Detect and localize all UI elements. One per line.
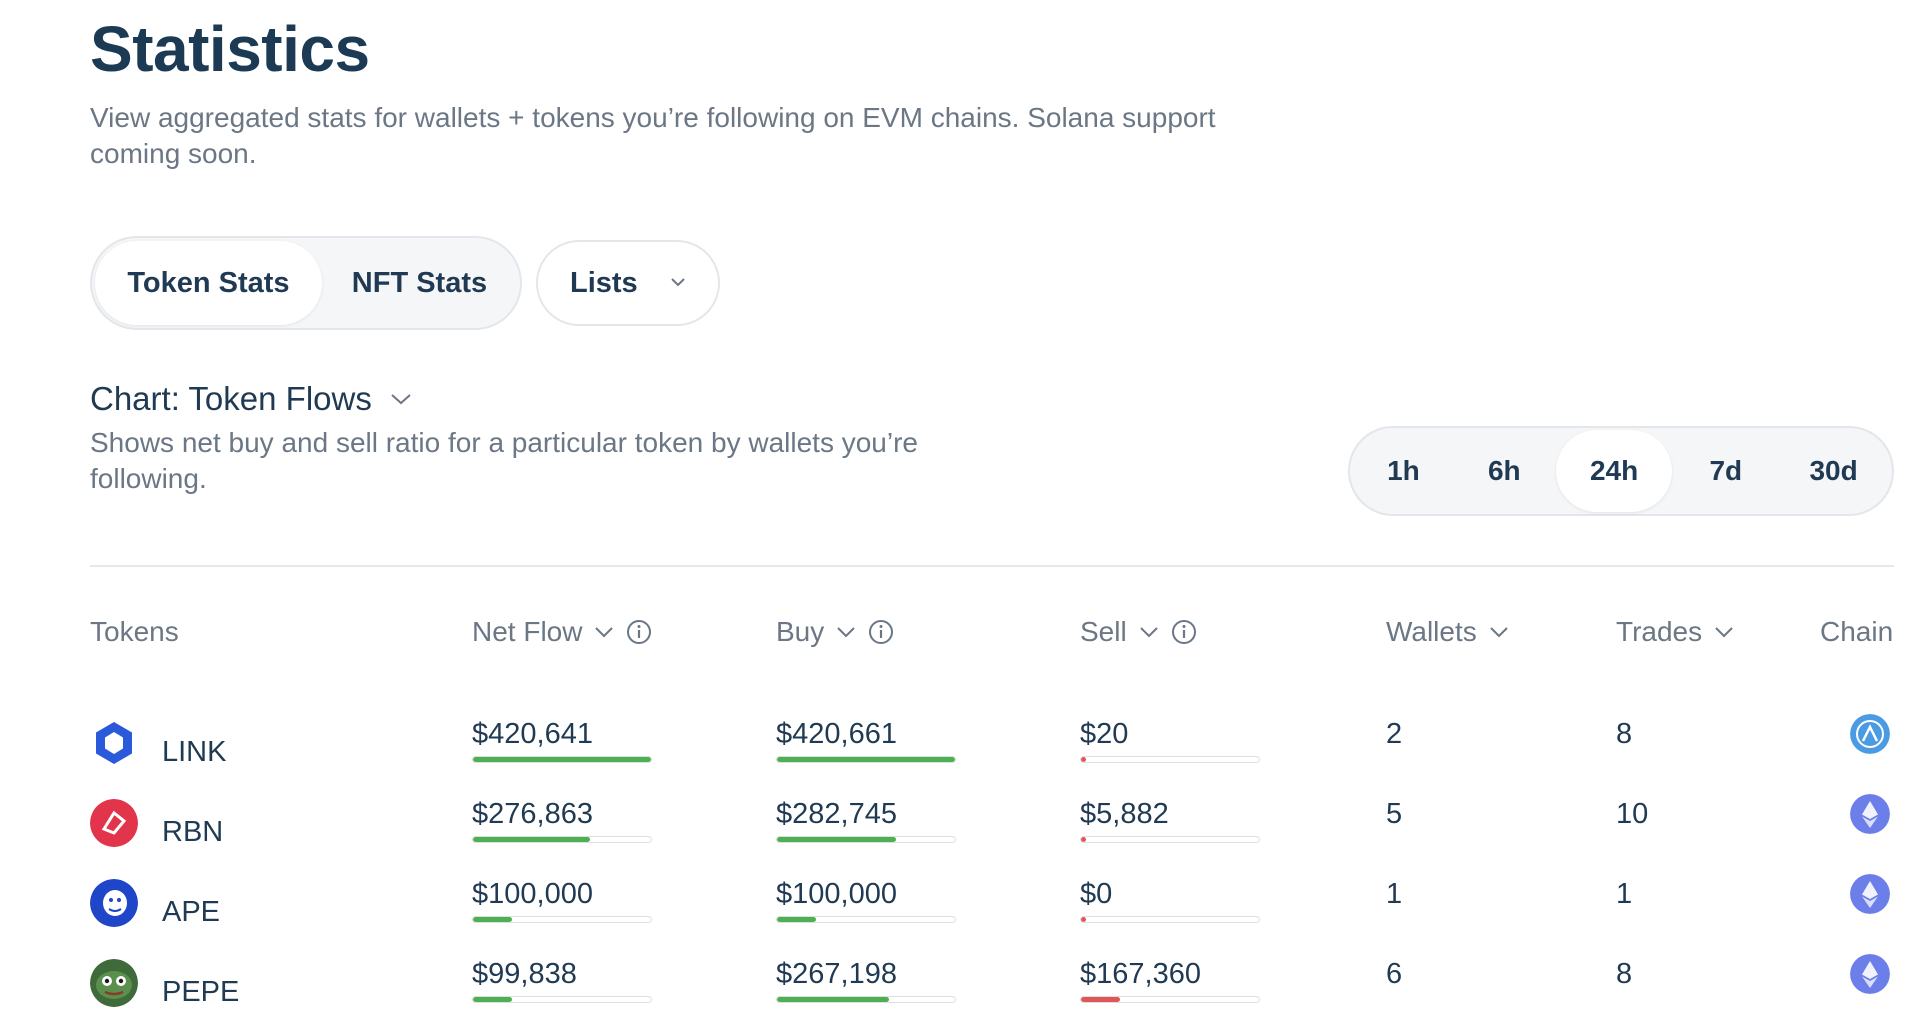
net-flow-value: $420,641 <box>472 718 593 750</box>
sell-value: $167,360 <box>1080 958 1201 990</box>
ape-token-icon <box>90 878 138 927</box>
buy-value: $420,661 <box>776 718 897 750</box>
column-header-buy[interactable]: Buy <box>776 616 894 648</box>
info-icon[interactable] <box>868 619 894 645</box>
token-name: RBN <box>162 816 224 848</box>
sell-bar <box>1080 756 1260 763</box>
buy-bar <box>776 996 956 1003</box>
sell-bar <box>1080 836 1260 843</box>
page-title: Statistics <box>90 13 370 85</box>
header-label: Net Flow <box>472 616 583 647</box>
buy-bar <box>776 756 956 763</box>
net-flow-value: $100,000 <box>472 878 593 910</box>
column-header-chain: Chain <box>1820 616 1893 648</box>
buy-value: $100,000 <box>776 878 897 910</box>
header-label: Wallets <box>1386 616 1477 647</box>
chart-title: Chart: Token Flows <box>90 380 372 417</box>
token-name: LINK <box>162 736 227 768</box>
info-icon[interactable] <box>626 619 652 645</box>
column-header-sell[interactable]: Sell <box>1080 616 1197 648</box>
trades-value: 8 <box>1616 718 1633 750</box>
chevron-down-icon <box>391 394 411 405</box>
period-24h[interactable]: 24h <box>1555 430 1673 512</box>
chart-description: Shows net buy and sell ratio for a parti… <box>90 427 918 494</box>
buy-value: $267,198 <box>776 958 897 990</box>
pepe-token-icon <box>90 958 138 1007</box>
link-token-icon <box>96 721 132 764</box>
net-flow-bar <box>472 756 652 763</box>
wallets-value: 1 <box>1386 878 1403 910</box>
table-row[interactable]: PEPE $99,838 $267,198 $167,360 6 8 <box>0 954 1926 1026</box>
net-flow-value: $99,838 <box>472 958 577 990</box>
wallets-value: 5 <box>1386 798 1403 830</box>
token-cell: PEPE <box>90 956 239 1009</box>
section-divider <box>90 565 1894 567</box>
table-row[interactable]: RBN $276,863 $282,745 $5,882 5 10 <box>0 794 1926 878</box>
period-1h[interactable]: 1h <box>1354 430 1453 512</box>
ethereum-chain-icon <box>1850 954 1890 994</box>
trades-value: 10 <box>1616 798 1649 830</box>
net-flow-bar <box>472 916 652 923</box>
sell-value: $20 <box>1080 718 1129 750</box>
sell-value: $0 <box>1080 878 1113 910</box>
sell-value: $5,882 <box>1080 798 1169 830</box>
period-6h[interactable]: 6h <box>1453 430 1556 512</box>
tab-nft-stats[interactable]: NFT Stats <box>322 241 517 325</box>
ethereum-chain-icon <box>1850 794 1890 834</box>
chevron-down-icon <box>837 627 855 638</box>
period-30d[interactable]: 30d <box>1779 430 1888 512</box>
arbitrum-chain-icon <box>1850 714 1890 754</box>
chevron-down-icon <box>671 278 685 287</box>
lists-dropdown[interactable]: Lists <box>536 240 720 326</box>
period-7d[interactable]: 7d <box>1672 430 1779 512</box>
stats-tab-group: Token Stats NFT Stats <box>90 236 522 330</box>
period-selector: 1h 6h 24h 7d 30d <box>1348 426 1894 516</box>
lists-label: Lists <box>570 266 638 299</box>
chevron-down-icon <box>1490 627 1508 638</box>
table-row[interactable]: APE $100,000 $100,000 $0 1 1 <box>0 874 1926 958</box>
buy-bar <box>776 836 956 843</box>
rbn-token-icon <box>90 798 138 847</box>
net-flow-value: $276,863 <box>472 798 593 830</box>
column-header-wallets[interactable]: Wallets <box>1386 616 1509 648</box>
sell-bar <box>1080 916 1260 923</box>
buy-value: $282,745 <box>776 798 897 830</box>
token-cell: LINK <box>90 716 226 769</box>
header-label: Trades <box>1616 616 1703 647</box>
header-label: Tokens <box>90 616 179 647</box>
trades-value: 1 <box>1616 878 1633 910</box>
buy-bar <box>776 916 956 923</box>
info-icon[interactable] <box>1171 619 1197 645</box>
tab-token-stats[interactable]: Token Stats <box>95 241 322 325</box>
chevron-down-icon <box>1715 627 1733 638</box>
header-label: Chain <box>1820 616 1894 647</box>
net-flow-bar <box>472 996 652 1003</box>
wallets-value: 2 <box>1386 718 1403 750</box>
chart-selector[interactable]: Chart: Token Flows <box>90 380 412 418</box>
column-header-net-flow[interactable]: Net Flow <box>472 616 652 648</box>
header-label: Sell <box>1080 616 1127 647</box>
statistics-page: Statistics View aggregated stats for wal… <box>0 0 1926 1026</box>
chevron-down-icon <box>595 627 614 638</box>
sell-bar <box>1080 996 1260 1003</box>
chevron-down-icon <box>1139 627 1158 638</box>
token-cell: APE <box>90 876 220 929</box>
wallets-value: 6 <box>1386 958 1403 990</box>
column-header-tokens: Tokens <box>90 616 179 648</box>
token-cell: RBN <box>90 796 223 849</box>
token-name: APE <box>162 896 221 928</box>
token-name: PEPE <box>162 976 240 1008</box>
ethereum-chain-icon <box>1850 874 1890 914</box>
trades-value: 8 <box>1616 958 1633 990</box>
header-label: Buy <box>776 616 825 647</box>
column-header-trades[interactable]: Trades <box>1616 616 1734 648</box>
table-row[interactable]: LINK $420,641 $420,661 $20 2 8 <box>0 714 1926 798</box>
page-subtitle: View aggregated stats for wallets + toke… <box>90 102 1216 169</box>
net-flow-bar <box>472 836 652 843</box>
